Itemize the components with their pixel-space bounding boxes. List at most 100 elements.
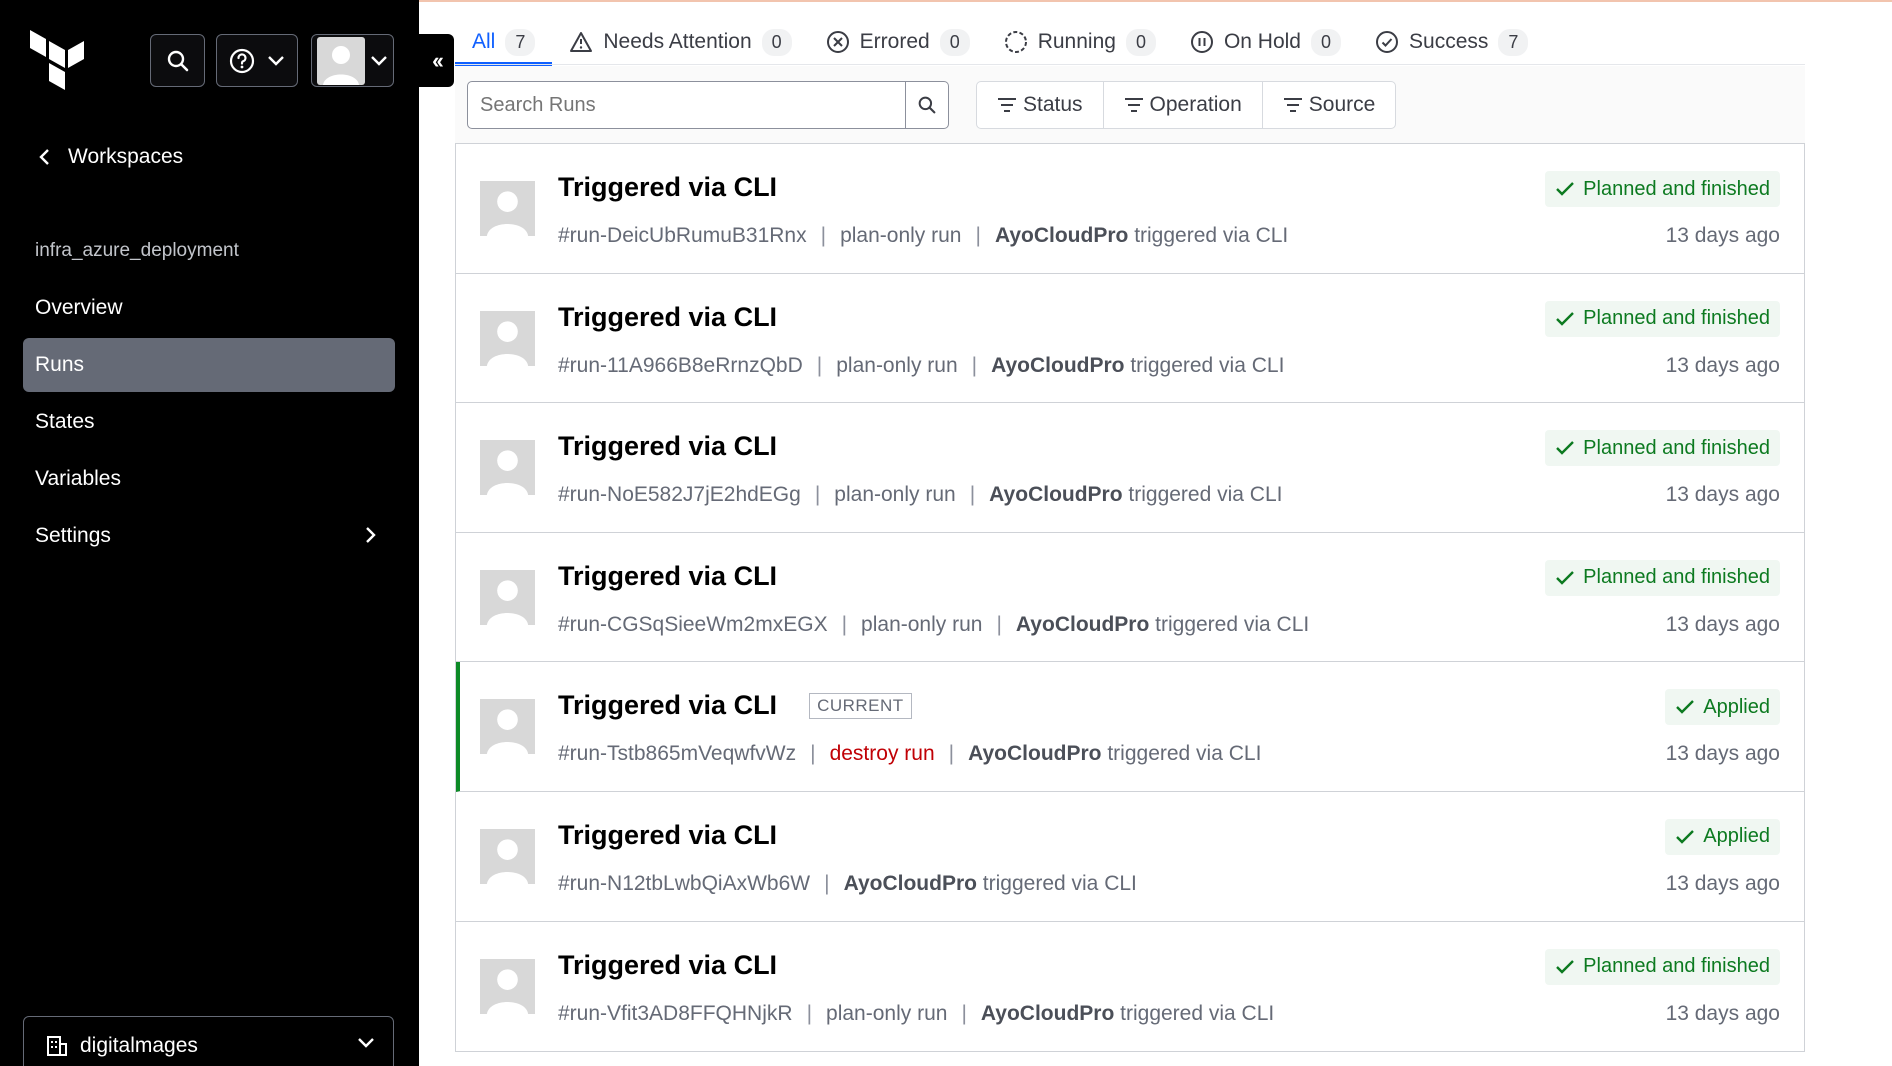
tab-success[interactable]: Success 7 (1358, 20, 1545, 64)
tab-needs-attention[interactable]: Needs Attention 0 (552, 20, 808, 64)
run-author-avatar (480, 958, 535, 1014)
filter-label: Source (1308, 93, 1376, 116)
run-title[interactable]: Triggered via CLI (558, 820, 777, 851)
chevron-down-icon (358, 1038, 374, 1048)
run-row[interactable]: Triggered via CLI #run-NoE582J7jE2hdEGg |… (456, 403, 1804, 533)
status-badge: Planned and finished (1545, 559, 1780, 596)
check-icon (1556, 441, 1575, 455)
tab-count: 7 (505, 28, 536, 56)
nav-item-variables[interactable]: Variables (23, 452, 395, 506)
run-title-row: Triggered via CLI (558, 302, 777, 333)
run-title[interactable]: Triggered via CLI (558, 561, 777, 592)
run-row[interactable]: Triggered via CLI #run-Vfit3AD8FFQHNjkR |… (456, 922, 1804, 1052)
tab-on-hold[interactable]: On Hold 0 (1173, 20, 1358, 64)
tab-label: Needs Attention (603, 30, 752, 53)
separator: | (810, 742, 816, 766)
run-author-avatar (480, 828, 535, 884)
run-title-row: Triggered via CLI (558, 950, 777, 981)
check-icon (1676, 830, 1695, 844)
filter-operation-button[interactable]: Operation (1104, 82, 1263, 128)
tab-label: Running (1037, 30, 1116, 53)
run-author-avatar (480, 569, 535, 625)
run-row[interactable]: Triggered via CLI #run-N12tbLwbQiAxWb6W |… (456, 792, 1804, 922)
run-meta: #run-NoE582J7jE2hdEGg | plan-only run | Ay… (558, 483, 1282, 507)
run-author: AyoCloudPro (968, 742, 1102, 766)
chevron-down-icon (371, 55, 387, 66)
tab-all[interactable]: All 7 (455, 20, 553, 66)
nav-item-states[interactable]: States (23, 395, 395, 449)
nav-item-settings[interactable]: Settings (23, 509, 395, 563)
run-type: plan-only run (840, 224, 962, 247)
run-title[interactable]: Triggered via CLI (558, 302, 777, 333)
tab-label: All (472, 30, 496, 53)
help-menu-button[interactable] (216, 34, 298, 87)
separator: | (806, 1001, 813, 1025)
separator: | (816, 353, 823, 377)
separator: | (841, 612, 848, 636)
run-meta: #run-11A966B8eRrnzQbD | plan-only run | Ay… (558, 354, 1284, 378)
nav-item-runs[interactable]: Runs (23, 338, 395, 392)
run-author: AyoCloudPro (1015, 612, 1150, 636)
check-icon (1556, 182, 1575, 196)
run-author: AyoCloudPro (980, 1001, 1115, 1025)
run-author-avatar (480, 310, 535, 366)
separator: | (969, 483, 976, 507)
status-badge: Planned and finished (1545, 430, 1780, 467)
status-label: Applied (1703, 825, 1770, 848)
run-type: plan-only run (834, 483, 956, 507)
separator: | (961, 1001, 967, 1025)
user-menu-button[interactable] (311, 34, 394, 87)
run-row[interactable]: Triggered via CLI #run-11A966B8eRrnzQbD |… (456, 274, 1804, 404)
run-time: 13 days ago (1665, 742, 1780, 766)
warning-icon (570, 32, 593, 52)
tab-running[interactable]: Running 0 (987, 20, 1173, 64)
nav-item-overview[interactable]: Overview (23, 281, 395, 335)
collapse-sidebar-button[interactable]: ‹‹ (419, 34, 454, 87)
user-avatar (317, 36, 365, 85)
search-submit-button[interactable] (906, 81, 949, 129)
tab-errored[interactable]: Errored 0 (809, 20, 987, 64)
status-badge: Planned and finished (1545, 948, 1780, 985)
run-type: plan-only run (826, 1001, 948, 1025)
filter-status-button[interactable]: Status (977, 82, 1104, 128)
tab-count: 0 (939, 28, 970, 56)
separator: | (820, 224, 827, 247)
run-time: 13 days ago (1665, 224, 1780, 247)
run-title[interactable]: Triggered via CLI (558, 431, 777, 462)
run-id[interactable]: #run-NoE582J7jE2hdEGg (558, 483, 801, 507)
chevron-left-icon (39, 149, 49, 165)
back-to-workspaces-link[interactable]: Workspaces (38, 145, 183, 169)
run-title-row: Triggered via CLI (558, 820, 777, 851)
run-id[interactable]: #run-Vfit3AD8FFQHNjkR (558, 1002, 793, 1026)
run-title-row: Triggered via CLI CURRENT (558, 690, 912, 721)
tab-label: Errored (859, 30, 930, 53)
run-id[interactable]: #run-11A966B8eRrnzQbD (558, 354, 803, 378)
status-badge: Applied (1665, 689, 1780, 726)
run-title[interactable]: Triggered via CLI (558, 690, 777, 721)
run-id[interactable]: #run-N12tbLwbQiAxWb6W (558, 872, 810, 896)
run-meta: #run-N12tbLwbQiAxWb6W | AyoCloudPro trigg… (558, 872, 1137, 896)
terraform-logo-icon[interactable] (30, 30, 88, 94)
status-badge: Planned and finished (1545, 300, 1780, 337)
run-row[interactable]: Triggered via CLI #run-CGSqSieeWm2mxEGX |… (456, 533, 1804, 663)
separator: | (824, 871, 830, 895)
double-chevron-left-icon: ‹‹ (432, 47, 444, 73)
run-row[interactable]: Triggered via CLI #run-DeicUbRumuB31Rnx |… (456, 144, 1804, 274)
run-title[interactable]: Triggered via CLI (558, 950, 777, 981)
global-search-button[interactable] (150, 34, 205, 87)
organization-name: digitalmages (80, 1034, 198, 1057)
search-icon (918, 96, 936, 114)
filter-source-button[interactable]: Source (1263, 82, 1396, 128)
search-runs-input[interactable] (467, 81, 906, 129)
run-id[interactable]: #run-DeicUbRumuB31Rnx (558, 224, 807, 248)
run-id[interactable]: #run-CGSqSieeWm2mxEGX (558, 613, 828, 637)
organization-switcher[interactable]: digitalmages (23, 1016, 394, 1066)
run-source: triggered via CLI (1134, 224, 1289, 247)
tab-label: On Hold (1223, 30, 1301, 53)
sidebar: Workspaces infra_azure_deployment Overvi… (0, 0, 419, 1066)
run-row-current[interactable]: Triggered via CLI CURRENT #run-Tstb865mV… (456, 662, 1804, 792)
run-id[interactable]: #run-Tstb865mVeqwfvWz (558, 742, 796, 766)
run-title[interactable]: Triggered via CLI (558, 172, 777, 203)
tab-label: Success (1409, 30, 1489, 53)
run-time: 13 days ago (1665, 871, 1780, 895)
